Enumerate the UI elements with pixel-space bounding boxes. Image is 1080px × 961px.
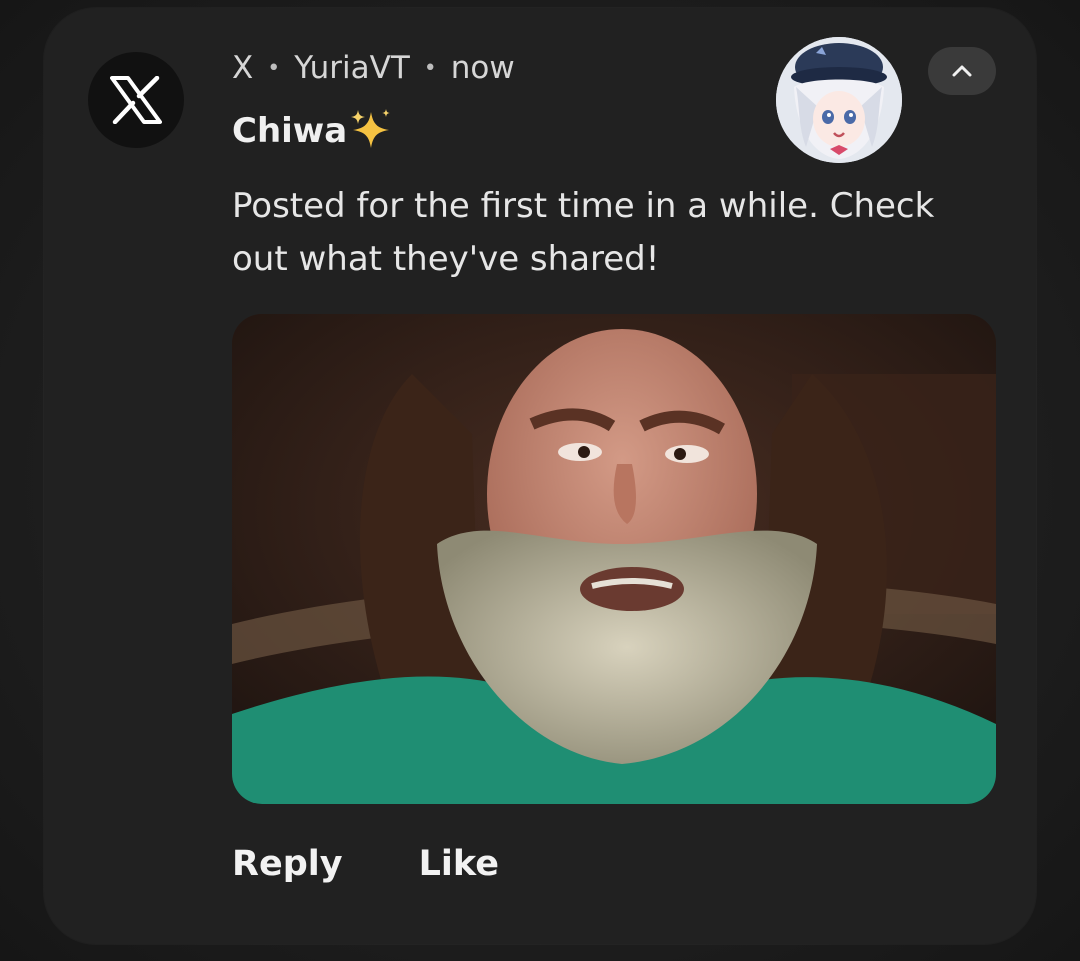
chevron-up-icon xyxy=(952,65,972,77)
notification-header: X • YuriaVT • now xyxy=(232,50,515,86)
x-logo-icon xyxy=(110,76,162,124)
notification-body: Posted for the first time in a while. Ch… xyxy=(232,186,935,279)
notification-title: Chiwa xyxy=(232,108,393,157)
separator: • xyxy=(423,55,437,81)
account-name: YuriaVT xyxy=(294,50,410,86)
reply-button[interactable]: Reply xyxy=(232,844,343,884)
app-name: X xyxy=(232,50,254,86)
expand-button[interactable] xyxy=(928,47,996,95)
avatar xyxy=(776,37,902,163)
notification-actions: Reply Like xyxy=(232,844,499,884)
like-button[interactable]: Like xyxy=(419,844,499,884)
sparkles-icon xyxy=(349,108,393,157)
app-icon xyxy=(88,52,184,148)
timestamp: now xyxy=(450,50,515,86)
media-preview[interactable] xyxy=(232,314,996,804)
title-text: Chiwa xyxy=(232,111,348,151)
separator: • xyxy=(267,55,281,81)
